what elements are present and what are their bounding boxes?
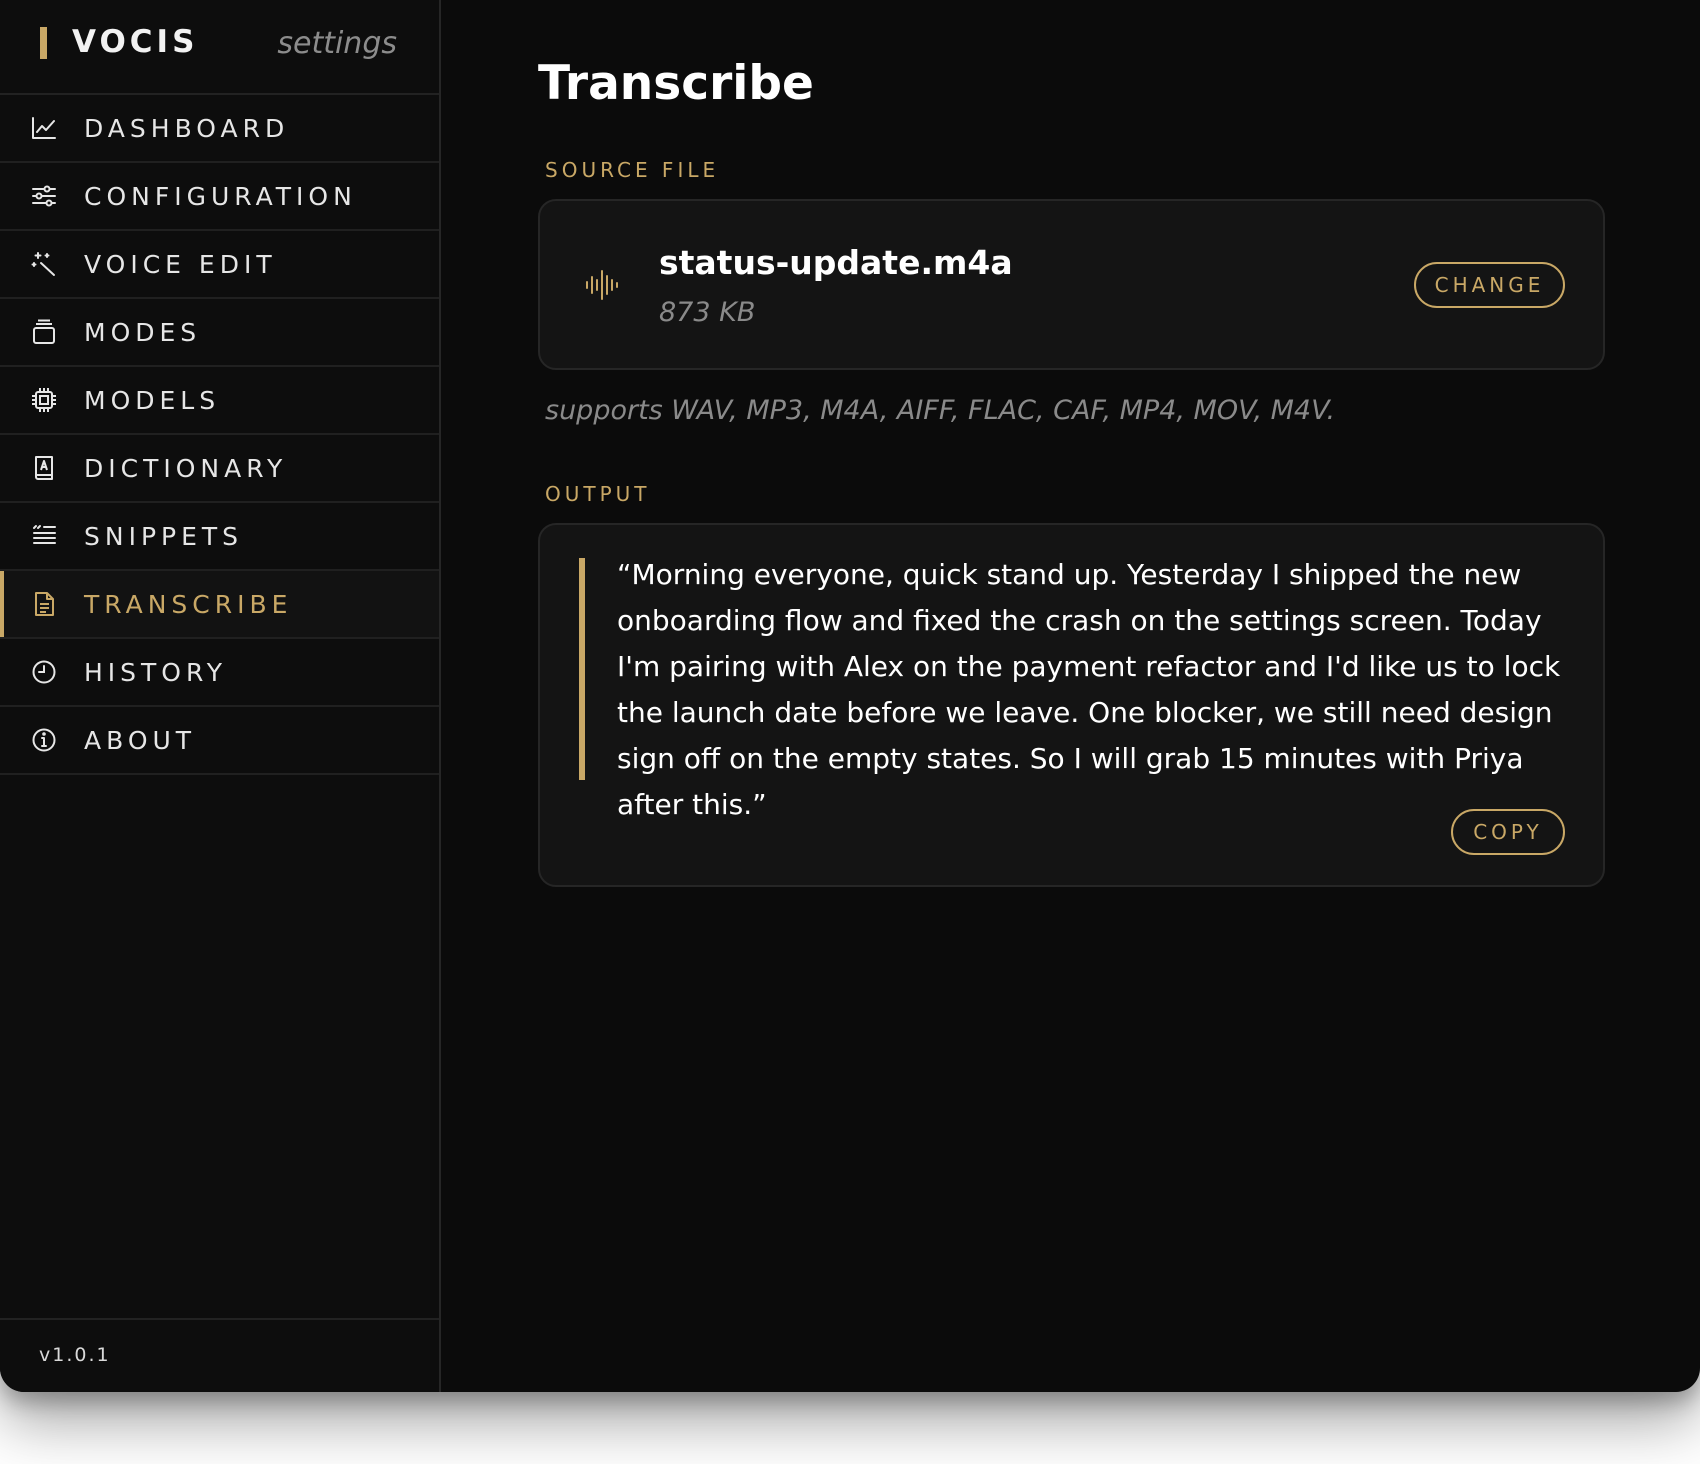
- audio-waveform-icon: [584, 267, 620, 303]
- sidebar-item-label: CONFIGURATION: [84, 181, 357, 211]
- file-size: 873 KB: [659, 297, 756, 328]
- snippets-icon: [30, 522, 58, 550]
- sidebar-item-transcribe[interactable]: TRANSCRIBE: [0, 571, 439, 639]
- brand-accent-bar: [40, 27, 47, 59]
- sidebar-item-history[interactable]: HISTORY: [0, 639, 439, 707]
- sidebar-nav: DASHBOARD CONFIGURATION VOICE EDIT MODES: [0, 95, 439, 775]
- output-card: “Morning everyone, quick stand up. Yeste…: [538, 523, 1605, 887]
- sidebar-item-voice-edit[interactable]: VOICE EDIT: [0, 231, 439, 299]
- version-label: v1.0.1: [39, 1344, 111, 1366]
- output-label: OUTPUT: [545, 482, 651, 506]
- transcript-text[interactable]: “Morning everyone, quick stand up. Yeste…: [617, 552, 1577, 828]
- sidebar-item-snippets[interactable]: SNIPPETS: [0, 503, 439, 571]
- sidebar: VOCIS settings DASHBOARD CONFIGURATION V…: [0, 0, 441, 1392]
- clock-icon: [30, 658, 58, 686]
- sidebar-item-label: SNIPPETS: [84, 521, 244, 551]
- source-file-card: status-update.m4a 873 KB CHANGE: [538, 199, 1605, 370]
- page-title: Transcribe: [538, 56, 814, 111]
- chip-icon: [30, 386, 58, 414]
- sidebar-item-label: DICTIONARY: [84, 453, 288, 483]
- chart-line-icon: [30, 114, 58, 142]
- sidebar-item-dictionary[interactable]: DICTIONARY: [0, 435, 439, 503]
- app-subtitle: settings: [277, 26, 397, 61]
- app-name: VOCIS: [72, 24, 199, 60]
- app-window: VOCIS settings DASHBOARD CONFIGURATION V…: [0, 0, 1700, 1392]
- stack-icon: [30, 318, 58, 346]
- quote-accent-bar: [579, 558, 585, 780]
- sidebar-item-label: TRANSCRIBE: [84, 589, 293, 619]
- book-icon: [30, 454, 58, 482]
- info-icon: [30, 726, 58, 754]
- sidebar-item-modes[interactable]: MODES: [0, 299, 439, 367]
- document-icon: [30, 590, 58, 618]
- sidebar-footer: v1.0.1: [0, 1318, 439, 1392]
- sidebar-item-about[interactable]: ABOUT: [0, 707, 439, 775]
- supported-formats-text: supports WAV, MP3, M4A, AIFF, FLAC, CAF,…: [545, 395, 1336, 426]
- sidebar-item-configuration[interactable]: CONFIGURATION: [0, 163, 439, 231]
- change-file-button[interactable]: CHANGE: [1414, 262, 1565, 308]
- source-file-label: SOURCE FILE: [545, 158, 720, 182]
- magic-wand-icon: [30, 250, 58, 278]
- sidebar-item-label: DASHBOARD: [84, 113, 290, 143]
- sidebar-item-dashboard[interactable]: DASHBOARD: [0, 95, 439, 163]
- copy-button[interactable]: COPY: [1451, 809, 1565, 855]
- sidebar-item-label: HISTORY: [84, 657, 228, 687]
- main-content: Transcribe SOURCE FILE status-update.m4a…: [441, 0, 1700, 1392]
- file-name: status-update.m4a: [659, 243, 1013, 282]
- sidebar-item-models[interactable]: MODELS: [0, 367, 439, 435]
- sidebar-item-label: ABOUT: [84, 725, 197, 755]
- sidebar-item-label: MODES: [84, 317, 202, 347]
- sidebar-item-label: MODELS: [84, 385, 221, 415]
- brand-header: VOCIS settings: [0, 0, 439, 95]
- sidebar-item-label: VOICE EDIT: [84, 249, 277, 279]
- sliders-icon: [30, 182, 58, 210]
